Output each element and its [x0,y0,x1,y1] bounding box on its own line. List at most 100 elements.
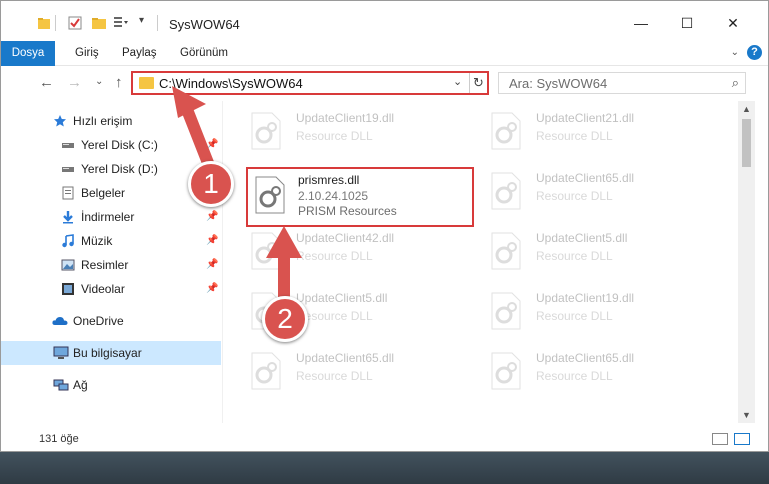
dll-file-icon [491,172,521,210]
file-tile[interactable]: UpdateClient19.dll Resource DLL [488,289,724,345]
file-tile[interactable]: UpdateClient65.dll Resource DLL [488,169,724,225]
file-name: UpdateClient65.dll [536,171,635,185]
file-description: Resource DLL [536,189,613,203]
drive-icon [62,167,74,172]
scroll-thumb[interactable] [742,119,751,167]
download-icon [63,211,73,224]
file-tile-prismres[interactable]: prismres.dll 2.10.24.1025 PRISM Resource… [246,167,474,227]
file-description: Resource DLL [296,369,373,383]
tab-home[interactable]: Giriş [75,41,99,66]
vertical-scrollbar[interactable]: ▲ ▼ [738,101,755,423]
computer-icon [53,346,69,359]
tab-file[interactable]: Dosya [1,41,55,66]
sidebar-item-pictures[interactable]: Resimler 📌 [1,253,221,277]
file-version: 2.10.24.1025 [298,189,369,203]
pin-icon[interactable]: 📌 [206,253,218,277]
recent-locations-icon[interactable]: ⌄ [95,76,103,87]
dll-file-icon [251,352,281,390]
customize-toolbar-icon[interactable] [113,13,129,33]
network-icon [53,379,69,391]
help-icon[interactable]: ? [747,45,762,60]
properties-icon[interactable] [67,13,83,33]
minimize-button[interactable]: — [618,11,664,35]
file-name: prismres.dll [298,173,360,187]
sidebar-item-label: Videolar [81,282,125,296]
pin-icon[interactable]: 📌 [206,205,218,229]
up-button[interactable]: ↑ [115,74,123,91]
sidebar-item-downloads[interactable]: İndirmeler 📌 [1,205,221,229]
file-name: UpdateClient21.dll [536,111,635,125]
sidebar-item-onedrive[interactable]: OneDrive [1,309,221,333]
cloud-icon [52,317,68,325]
music-icon [62,234,74,248]
details-view-icon[interactable] [712,433,728,445]
navigation-pane: Hızlı erişim Yerel Disk (C:) 📌 Yerel Dis… [1,101,223,423]
forward-button[interactable]: → [67,74,82,91]
tiles-view-icon[interactable] [734,433,750,445]
sidebar-item-label: Resimler [81,258,129,272]
file-name: UpdateClient65.dll [296,351,395,365]
address-bar[interactable]: C:\Windows\SysWOW64 ⌄ ↻ [131,71,489,95]
back-button[interactable]: ← [39,74,54,91]
pin-icon[interactable]: 📌 [206,277,218,301]
callout-1: 1 [188,161,234,207]
file-tile[interactable]: UpdateClient65.dll Resource DLL [248,349,484,405]
address-path[interactable]: C:\Windows\SysWOW64 [159,76,303,91]
title-bar: ▾ SysWOW64 — ☐ ✕ [1,1,768,41]
status-bar: 131 öğe [1,429,768,451]
tab-share[interactable]: Paylaş [122,41,157,66]
search-input[interactable]: Ara: SysWOW64 ⌕ [498,72,746,94]
maximize-button[interactable]: ☐ [664,11,710,35]
sidebar-item-network[interactable]: Ağ [1,373,221,397]
ribbon-tabs: Dosya Giriş Paylaş Görünüm ⌄ ? [1,41,768,66]
file-tile[interactable]: UpdateClient65.dll Resource DLL [488,349,724,405]
file-name: UpdateClient5.dll [296,291,388,305]
sidebar-item-disk-c[interactable]: Yerel Disk (C:) 📌 [1,133,221,157]
file-name: UpdateClient5.dll [536,231,628,245]
sidebar-item-videos[interactable]: Videolar 📌 [1,277,221,301]
search-icon[interactable]: ⌕ [732,75,739,91]
file-description: PRISM Resources [298,204,397,218]
sidebar-item-label: Bu bilgisayar [73,346,142,360]
sidebar-item-music[interactable]: Müzik 📌 [1,229,221,253]
file-description: Resource DLL [296,129,373,143]
file-tile[interactable]: UpdateClient5.dll Resource DLL [488,229,724,285]
sidebar-item-label: Belgeler [81,186,126,200]
sidebar-item-quick-access[interactable]: Hızlı erişim [1,109,221,133]
file-tile[interactable]: UpdateClient42.dll Resource DLL [248,229,484,285]
qa-dropdown-icon[interactable]: ▾ [139,15,144,35]
search-placeholder: Ara: SysWOW64 [509,76,608,91]
videos-icon [62,283,74,295]
explorer-window: ▾ SysWOW64 — ☐ ✕ Dosya Giriş Paylaş Görü… [0,0,769,452]
scroll-down-icon[interactable]: ▼ [738,407,755,423]
callout-2: 2 [262,296,308,342]
sidebar-item-label: Yerel Disk (D:) [81,162,158,176]
file-description: Resource DLL [536,129,613,143]
pin-icon[interactable]: 📌 [206,133,218,157]
folder-icon [38,18,50,29]
dll-file-icon [251,112,281,150]
tab-view[interactable]: Görünüm [180,41,228,66]
address-dropdown-icon[interactable]: ⌄ [453,75,462,88]
file-description: Resource DLL [536,249,613,263]
scroll-up-icon[interactable]: ▲ [738,101,755,117]
pin-icon[interactable]: 📌 [206,229,218,253]
sidebar-item-this-pc[interactable]: Bu bilgisayar [1,341,221,365]
dll-file-icon [491,112,521,150]
window-title: SysWOW64 [169,17,240,32]
file-tile[interactable]: UpdateClient21.dll Resource DLL [488,109,724,165]
file-name: UpdateClient19.dll [536,291,635,305]
new-folder-icon[interactable] [91,13,107,33]
file-tile[interactable]: UpdateClient19.dll Resource DLL [248,109,484,165]
title-divider [157,15,158,31]
close-button[interactable]: ✕ [710,11,756,35]
dll-file-icon [491,292,521,330]
sidebar-item-label: İndirmeler [81,210,135,224]
file-description: Resource DLL [536,369,613,383]
sidebar-item-label: Yerel Disk (C:) [81,138,158,152]
refresh-icon[interactable]: ↻ [469,73,487,93]
drive-icon [62,143,74,148]
expand-ribbon-icon[interactable]: ⌄ [731,47,739,58]
sidebar-item-label: Müzik [81,234,113,248]
dll-file-icon [491,352,521,390]
